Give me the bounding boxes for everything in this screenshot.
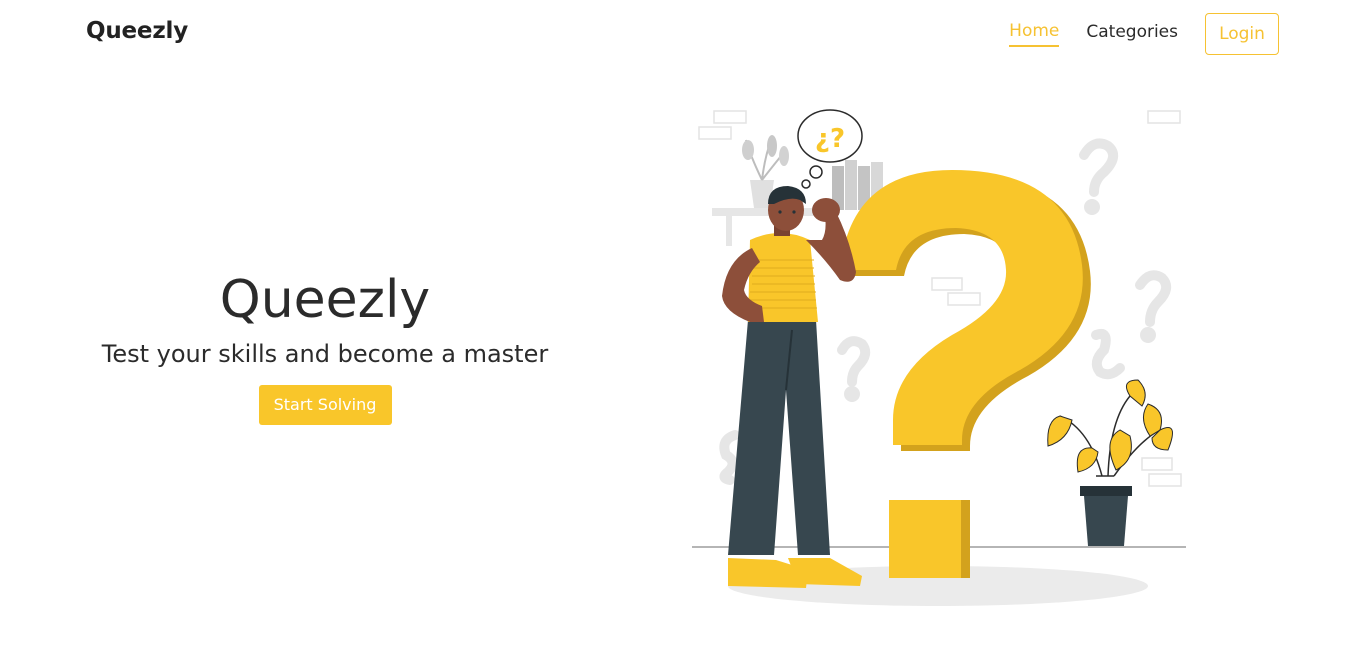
hero-title: Queezly (219, 270, 431, 330)
person-figure (722, 186, 862, 588)
nav-link-categories[interactable]: Categories (1086, 22, 1178, 46)
login-button[interactable]: Login (1205, 13, 1279, 55)
brand-logo[interactable]: Queezly (86, 18, 188, 44)
navbar: Queezly Home Categories Login (0, 0, 1366, 70)
nav-link-home[interactable]: Home (1009, 21, 1060, 47)
nav-links: Home Categories Login (1009, 13, 1279, 55)
hero-subtitle: Test your skills and become a master (101, 340, 549, 368)
big-question-mark (840, 170, 1091, 578)
potted-plant (1047, 379, 1173, 546)
start-solving-button[interactable]: Start Solving (258, 385, 392, 425)
thought-bubble-text: ¿? (815, 124, 845, 154)
hero-section: Queezly Test your skills and become a ma… (60, 270, 590, 425)
question-illustration: ¿? (692, 109, 1186, 606)
